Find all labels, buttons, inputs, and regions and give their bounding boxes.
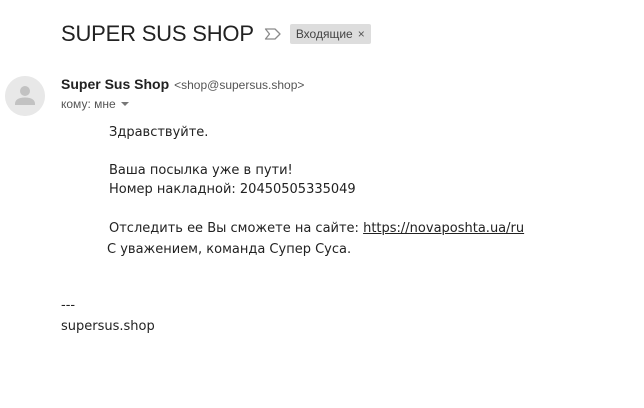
important-marker-icon[interactable] (264, 27, 282, 41)
default-avatar-icon[interactable] (5, 76, 45, 116)
remove-label-icon[interactable]: × (358, 27, 365, 41)
shipment-status-line: Ваша посылка уже в пути! (109, 163, 293, 178)
tracking-number-line: Номер накладной: 20450505335049 (109, 182, 356, 197)
tracking-prefix: Отследить ее Вы сможете на сайте: (109, 221, 364, 236)
regards-line: С уважением, команда Супер Суса. (107, 242, 352, 257)
tracking-link[interactable]: https://novaposhta.ua/ru (363, 221, 524, 236)
email-header: SUPER SUS SHOP Входящие × (61, 19, 371, 49)
recipient-text: кому: мне (61, 97, 116, 111)
recipient-details-toggle[interactable]: кому: мне (61, 97, 129, 111)
caret-down-icon[interactable] (120, 102, 129, 106)
inbox-label-text: Входящие (295, 27, 353, 41)
inbox-label-chip: Входящие × (289, 24, 371, 44)
greeting-line: Здравствуйте. (109, 125, 209, 140)
signature-domain: supersus.shop (61, 319, 155, 334)
signature-separator: --- (61, 298, 76, 313)
sender-email: <shop@supersus.shop> (174, 78, 305, 92)
email-subject: SUPER SUS SHOP (61, 21, 254, 46)
tracking-line: Отследить ее Вы сможете на сайте: https:… (109, 219, 524, 238)
sender-name[interactable]: Super Sus Shop (61, 76, 169, 92)
sender-row: Super Sus Shop <shop@supersus.shop> (61, 76, 304, 94)
